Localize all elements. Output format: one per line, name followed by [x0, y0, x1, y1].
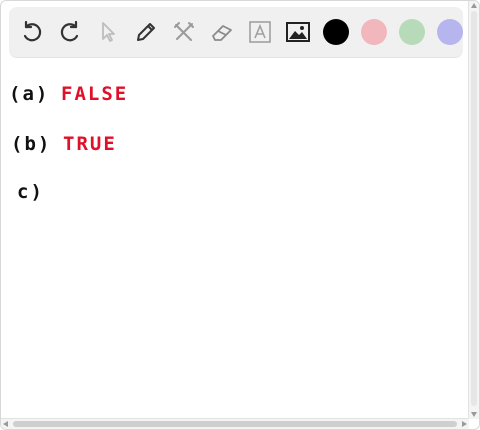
undo-button[interactable]: [19, 19, 45, 45]
color-green-swatch[interactable]: [399, 19, 425, 45]
pen-tool-button[interactable]: [133, 19, 159, 45]
pen-icon: [137, 23, 155, 41]
vertical-scroll-thumb[interactable]: [471, 11, 477, 406]
drawing-toolbar: [9, 7, 463, 58]
scroll-right-icon[interactable]: [462, 421, 467, 427]
horizontal-scroll-thumb[interactable]: [13, 421, 457, 427]
scroll-up-icon[interactable]: [471, 3, 477, 8]
scroll-down-icon[interactable]: [471, 412, 477, 417]
tools-icon: [174, 22, 194, 41]
horizontal-scrollbar[interactable]: [1, 418, 469, 429]
color-red-swatch[interactable]: [361, 19, 387, 45]
redo-button[interactable]: [57, 19, 83, 45]
eraser-tool-button[interactable]: [209, 19, 235, 45]
text-tool-button[interactable]: [247, 19, 273, 45]
whiteboard-window: (a) FALSE (b) TRUE c): [0, 0, 480, 430]
eraser-icon: [212, 25, 232, 41]
image-icon: [286, 22, 310, 42]
select-tool-button[interactable]: [95, 19, 121, 45]
text-icon: [249, 21, 271, 43]
redo-icon: [60, 20, 79, 42]
color-black-swatch[interactable]: [323, 19, 349, 45]
undo-icon: [23, 20, 42, 42]
vertical-scrollbar[interactable]: [468, 1, 479, 419]
scroll-left-icon[interactable]: [3, 421, 8, 427]
tools-button[interactable]: [171, 19, 197, 45]
color-blue-swatch[interactable]: [437, 19, 463, 45]
drawing-canvas[interactable]: (a) FALSE (b) TRUE c): [1, 63, 473, 413]
part-a-label: (a): [9, 83, 50, 105]
part-c-label: c): [17, 181, 44, 203]
part-b-answer: TRUE: [63, 133, 117, 155]
image-tool-button[interactable]: [285, 19, 311, 45]
part-b-label: (b): [11, 133, 52, 155]
part-a-answer: FALSE: [61, 83, 129, 105]
select-pointer-icon: [102, 22, 115, 42]
